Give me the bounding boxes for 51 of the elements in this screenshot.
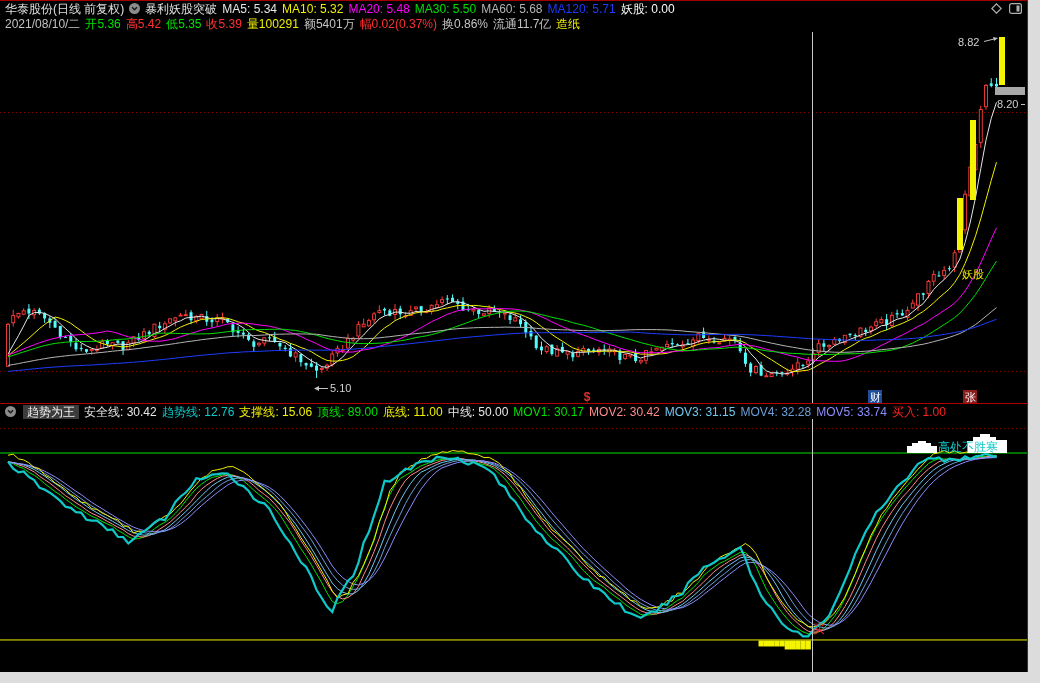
quote-value: 换0.86% [441, 17, 488, 31]
indicator-value: 底线: 11.00 [382, 404, 443, 419]
indicator-value: 中线: 50.00 [447, 404, 509, 419]
indicator-value: MA30: 5.50 [414, 1, 477, 16]
event-badge: 张 [963, 390, 977, 403]
stock-title: 华泰股份(日线 前复权) [5, 1, 125, 16]
quote-value: 量100291 [246, 17, 299, 31]
signal-bar [999, 37, 1005, 85]
indicator-value: MOV2: 30.42 [589, 404, 660, 419]
indicator-value: MOV1: 30.17 [513, 404, 585, 419]
leader-line [1020, 104, 1026, 105]
quote-value: 额5401万 [303, 17, 355, 31]
signal-bar [957, 198, 963, 250]
indicator-value: 顶线: 89.00 [317, 404, 378, 419]
indicator-value: MA120: 5.71 [547, 1, 616, 16]
quote-value: 开5.36 [85, 17, 121, 31]
panel-toggle-icon[interactable] [1009, 3, 1022, 14]
dropdown-icon[interactable] [5, 406, 16, 417]
event-marker: $ [583, 390, 591, 403]
indicator-value: MA60: 5.68 [481, 1, 543, 16]
indicator-value: MA5: 5.34 [222, 1, 278, 16]
quote-value: 2021/08/10/二 [5, 17, 81, 31]
indicator-value: 趋势线: 12.76 [161, 404, 235, 419]
quote-value: 造纸 [556, 17, 581, 31]
indicator-value: 支撑线: 15.06 [239, 404, 313, 419]
price-label: 8.20 [997, 98, 1019, 110]
indicator-value: MOV4: 32.28 [740, 404, 812, 419]
indicator-value: MA20: 5.48 [348, 1, 410, 16]
low-price-label: 5.10 [330, 382, 352, 394]
quote-value: 收5.39 [206, 17, 242, 31]
indicator-value: MA10: 5.32 [282, 1, 344, 16]
quote-value: 低5.35 [166, 17, 202, 31]
signal-label: 妖股 [962, 268, 984, 280]
indicator-value: 安全线: 30.42 [84, 404, 157, 419]
buy-label: 买 [813, 622, 825, 636]
quote-value: 流通11.7亿 [493, 17, 552, 31]
indicator-value: MOV3: 31.15 [664, 404, 736, 419]
quote-value: 幅0.02(0.37%) [359, 17, 437, 31]
high-price-label: 8.82 [958, 36, 980, 48]
leader-arrow [983, 37, 998, 42]
event-badge: 财 [868, 390, 882, 403]
price-marker-bar [995, 87, 1025, 95]
indicator-name-button[interactable]: 趋势为王 [23, 404, 79, 419]
dropdown-icon[interactable] [129, 3, 141, 14]
indicator-value: MOV5: 33.74 [816, 404, 887, 419]
quote-value: 高5.42 [125, 17, 162, 31]
leader-arrow [314, 386, 329, 391]
indicator-value: 妖股: 0.00 [620, 1, 675, 16]
diamond-icon[interactable] [991, 3, 1002, 14]
formula-name: 暴利妖股突破 [145, 1, 218, 16]
indicator-value: 买入: 1.00 [891, 404, 946, 419]
